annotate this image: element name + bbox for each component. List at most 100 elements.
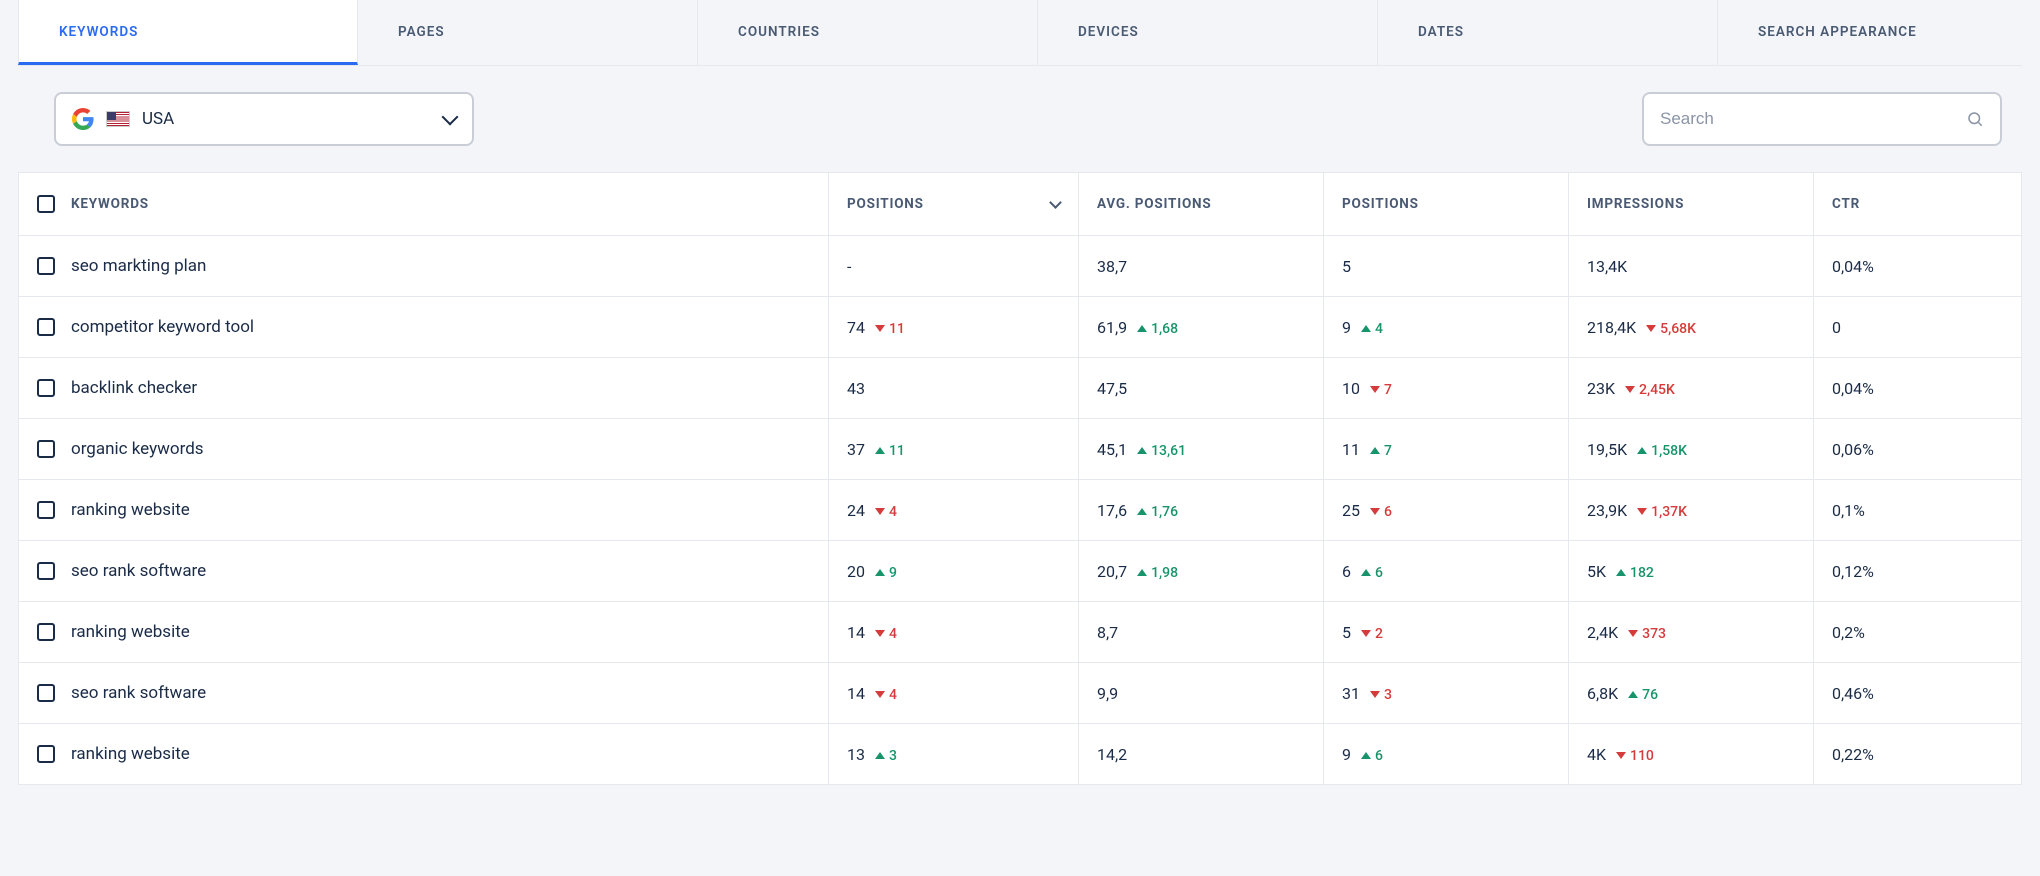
cell-avg-positions: 8,7 (1079, 602, 1324, 663)
cell-avg-positions: 47,5 (1079, 358, 1324, 419)
table-row: seo rank software14 49,9 31 36,8K 760,46… (19, 663, 2022, 724)
cell-keyword: seo rank software (19, 663, 829, 724)
cell-keyword: organic keywords (19, 419, 829, 480)
row-checkbox[interactable] (37, 501, 55, 519)
cell-avg-positions: 9,9 (1079, 663, 1324, 724)
keyword-text[interactable]: backlink checker (71, 378, 197, 398)
cell-ctr: 0,2% (1814, 602, 2022, 663)
country-select[interactable]: USA (54, 92, 474, 146)
delta-down: 2,45K (1625, 382, 1675, 398)
keyword-text[interactable]: seo rank software (71, 561, 206, 581)
triangle-down-icon (1370, 386, 1380, 393)
triangle-up-icon (1137, 569, 1147, 576)
tab-pages[interactable]: PAGES (358, 0, 698, 65)
cell-positions-2: 5 2 (1324, 602, 1569, 663)
triangle-up-icon (1616, 569, 1626, 576)
tab-dates[interactable]: DATES (1378, 0, 1718, 65)
row-checkbox[interactable] (37, 440, 55, 458)
keywords-table: KEYWORDS POSITIONS AVG. POSITIONS POSITI… (18, 172, 2022, 785)
cell-impressions: 2,4K 373 (1569, 602, 1814, 663)
cell-positions-2: 11 7 (1324, 419, 1569, 480)
keyword-text[interactable]: ranking website (71, 622, 190, 642)
keyword-text[interactable]: seo rank software (71, 683, 206, 703)
cell-positions: 13 3 (829, 724, 1079, 785)
cell-ctr: 0,22% (1814, 724, 2022, 785)
cell-impressions: 5K 182 (1569, 541, 1814, 602)
triangle-up-icon (1137, 508, 1147, 515)
row-checkbox[interactable] (37, 562, 55, 580)
keyword-text[interactable]: ranking website (71, 744, 190, 764)
cell-avg-positions: 17,6 1,76 (1079, 480, 1324, 541)
cell-keyword: competitor keyword tool (19, 297, 829, 358)
delta-up: 182 (1616, 565, 1654, 581)
cell-impressions: 6,8K 76 (1569, 663, 1814, 724)
cell-positions-2: 6 6 (1324, 541, 1569, 602)
cell-impressions: 13,4K (1569, 236, 1814, 297)
triangle-down-icon (1637, 508, 1647, 515)
cell-ctr: 0,12% (1814, 541, 2022, 602)
search-box[interactable] (1642, 92, 2002, 146)
delta-up: 9 (875, 565, 897, 581)
col-label: POSITIONS (847, 196, 924, 212)
delta-down: 5,68K (1646, 321, 1696, 337)
flag-icon (106, 111, 130, 127)
col-keywords[interactable]: KEYWORDS (19, 173, 829, 236)
cell-positions: 20 9 (829, 541, 1079, 602)
delta-down: 6 (1370, 504, 1392, 520)
row-checkbox[interactable] (37, 745, 55, 763)
cell-avg-positions: 14,2 (1079, 724, 1324, 785)
cell-positions-2: 5 (1324, 236, 1569, 297)
tab-countries[interactable]: COUNTRIES (698, 0, 1038, 65)
tabs-bar: KEYWORDSPAGESCOUNTRIESDEVICESDATESSEARCH… (18, 0, 2022, 66)
tab-search-appearance[interactable]: SEARCH APPEARANCE (1718, 0, 2040, 65)
col-positions[interactable]: POSITIONS (829, 173, 1079, 236)
google-icon (72, 108, 94, 130)
col-label: CTR (1832, 196, 1860, 212)
chevron-down-icon (442, 109, 459, 126)
col-ctr[interactable]: CTR (1814, 173, 2022, 236)
triangle-up-icon (1370, 447, 1380, 454)
col-avg-positions[interactable]: AVG. POSITIONS (1079, 173, 1324, 236)
cell-keyword: ranking website (19, 602, 829, 663)
triangle-up-icon (1361, 569, 1371, 576)
cell-keyword: ranking website (19, 480, 829, 541)
row-checkbox[interactable] (37, 318, 55, 336)
cell-ctr: 0,04% (1814, 236, 2022, 297)
select-all-checkbox[interactable] (37, 195, 55, 213)
cell-ctr: 0,06% (1814, 419, 2022, 480)
triangle-up-icon (1361, 325, 1371, 332)
triangle-up-icon (875, 752, 885, 759)
col-impressions[interactable]: IMPRESSIONS (1569, 173, 1814, 236)
cell-keyword: ranking website (19, 724, 829, 785)
tab-keywords[interactable]: KEYWORDS (18, 0, 358, 65)
delta-up: 1,76 (1137, 504, 1178, 520)
delta-up: 11 (875, 443, 905, 459)
cell-impressions: 23K 2,45K (1569, 358, 1814, 419)
cell-keyword: seo rank software (19, 541, 829, 602)
col-label: IMPRESSIONS (1587, 196, 1684, 212)
keyword-text[interactable]: competitor keyword tool (71, 317, 254, 337)
triangle-down-icon (1625, 386, 1635, 393)
triangle-down-icon (875, 630, 885, 637)
cell-impressions: 23,9K 1,37K (1569, 480, 1814, 541)
keyword-text[interactable]: seo markting plan (71, 256, 206, 276)
cell-positions: 14 4 (829, 663, 1079, 724)
tab-devices[interactable]: DEVICES (1038, 0, 1378, 65)
row-checkbox[interactable] (37, 379, 55, 397)
search-input[interactable] (1660, 109, 1966, 129)
row-checkbox[interactable] (37, 623, 55, 641)
col-label: POSITIONS (1342, 196, 1419, 212)
delta-down: 110 (1616, 748, 1654, 764)
triangle-down-icon (875, 691, 885, 698)
delta-up: 3 (875, 748, 897, 764)
delta-up: 7 (1370, 443, 1392, 459)
row-checkbox[interactable] (37, 684, 55, 702)
row-checkbox[interactable] (37, 257, 55, 275)
delta-up: 1,68 (1137, 321, 1178, 337)
cell-ctr: 0,46% (1814, 663, 2022, 724)
cell-ctr: 0,1% (1814, 480, 2022, 541)
keyword-text[interactable]: organic keywords (71, 439, 204, 459)
triangle-up-icon (1361, 752, 1371, 759)
keyword-text[interactable]: ranking website (71, 500, 190, 520)
col-positions-2[interactable]: POSITIONS (1324, 173, 1569, 236)
